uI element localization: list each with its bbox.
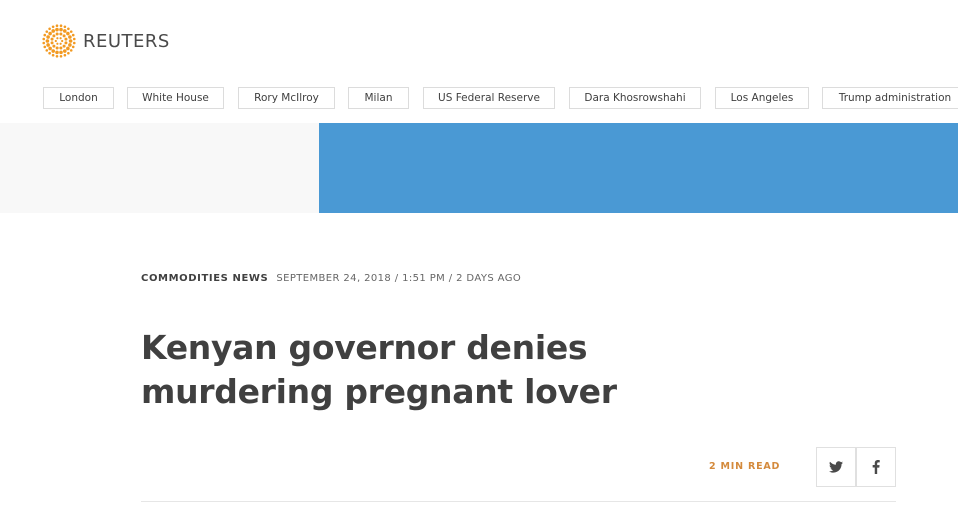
logo-dot (42, 41, 46, 45)
logo-dot (55, 27, 59, 32)
logo-dot (72, 37, 76, 41)
logo-dot (46, 35, 50, 39)
read-time: 2 MIN READ (709, 461, 781, 472)
topic-rory-mcilroy[interactable]: Rory McIlroy (238, 87, 335, 109)
logo-dot (68, 35, 72, 39)
logo-text: REUTERS (83, 30, 170, 52)
logo-dot (67, 51, 70, 55)
logo-dot (59, 37, 62, 40)
channel-link[interactable]: COMMODITIES NEWS (141, 273, 268, 284)
logo-dot (45, 39, 50, 43)
logo-dot (50, 41, 54, 45)
logo-dot (51, 25, 55, 29)
banner-left-panel (0, 123, 319, 213)
logo-dot (68, 43, 72, 47)
article-dateline: SEPTEMBER 24, 2018 / 1:51 PM / 2 DAYS AG… (276, 273, 522, 284)
logo-dot (46, 43, 50, 47)
topic-los-angeles[interactable]: Los Angeles (715, 87, 809, 109)
logo-dot (55, 32, 59, 36)
facebook-icon (872, 460, 880, 474)
logo-dot (62, 44, 66, 48)
logo-dot (59, 27, 63, 32)
logo-dot (48, 51, 51, 55)
topic-trump-administration[interactable]: Trump administration (822, 87, 958, 109)
logo-dot (55, 50, 59, 55)
logo-dot (68, 39, 73, 43)
logo-dot (48, 46, 52, 51)
twitter-icon (829, 461, 843, 473)
logo-dot (69, 49, 73, 52)
advertisement-banner[interactable] (319, 123, 958, 213)
logo-dot (45, 30, 49, 33)
logo-dot (62, 34, 66, 38)
logo-dot (64, 37, 68, 41)
reuters-logo[interactable]: REUTERS (42, 24, 170, 58)
logo-dot (51, 49, 55, 53)
logo-dot (55, 46, 59, 50)
logo-dot (48, 31, 52, 36)
logo-dot (42, 37, 46, 41)
logo-dot (48, 27, 51, 31)
logo-dot (52, 34, 56, 38)
logo-dot (52, 44, 56, 48)
logo-dot (55, 54, 59, 58)
logo-dot (59, 50, 63, 55)
twitter-share-button[interactable] (816, 447, 856, 487)
topic-white-house[interactable]: White House (127, 87, 224, 109)
logo-dot (56, 42, 59, 45)
topic-us-federal-reserve[interactable]: US Federal Reserve (423, 87, 555, 109)
topic-milan[interactable]: Milan (348, 87, 409, 109)
logo-dot (51, 53, 55, 57)
logo-dot (61, 39, 64, 43)
reuters-dot-logo-icon (42, 24, 76, 58)
trending-topics: London White House Rory McIlroy Milan US… (0, 87, 958, 111)
logo-dot (59, 46, 63, 50)
logo-dot (59, 32, 63, 36)
logo-dot (51, 29, 55, 33)
logo-dot (67, 27, 70, 31)
logo-dot (54, 39, 57, 43)
site-header: REUTERS (0, 0, 958, 80)
logo-dot (50, 37, 54, 41)
logo-dot (72, 41, 76, 45)
logo-dot (43, 33, 47, 37)
topic-dara-khosrowshahi[interactable]: Dara Khosrowshahi (569, 87, 701, 109)
header-divider (141, 501, 896, 502)
logo-dot (64, 41, 68, 45)
logo-dot (63, 29, 67, 33)
logo-dot (71, 45, 75, 49)
logo-dot (63, 49, 67, 53)
logo-dot (66, 46, 70, 51)
logo-dot (59, 42, 62, 45)
logo-dot (43, 45, 47, 49)
logo-dot (69, 30, 73, 33)
logo-dot (59, 54, 63, 58)
logo-dot (66, 31, 70, 36)
article-headline: Kenyan governor denies murdering pregnan… (141, 328, 617, 411)
logo-dot (59, 24, 63, 28)
logo-dot (45, 49, 49, 52)
facebook-share-button[interactable] (856, 447, 896, 487)
logo-dot (71, 33, 75, 37)
topic-london[interactable]: London (43, 87, 114, 109)
logo-dot (56, 37, 59, 40)
article-meta: COMMODITIES NEWS SEPTEMBER 24, 2018 / 1:5… (141, 273, 521, 285)
logo-dot (63, 25, 67, 29)
logo-dot (63, 53, 67, 57)
logo-dot (55, 24, 59, 28)
